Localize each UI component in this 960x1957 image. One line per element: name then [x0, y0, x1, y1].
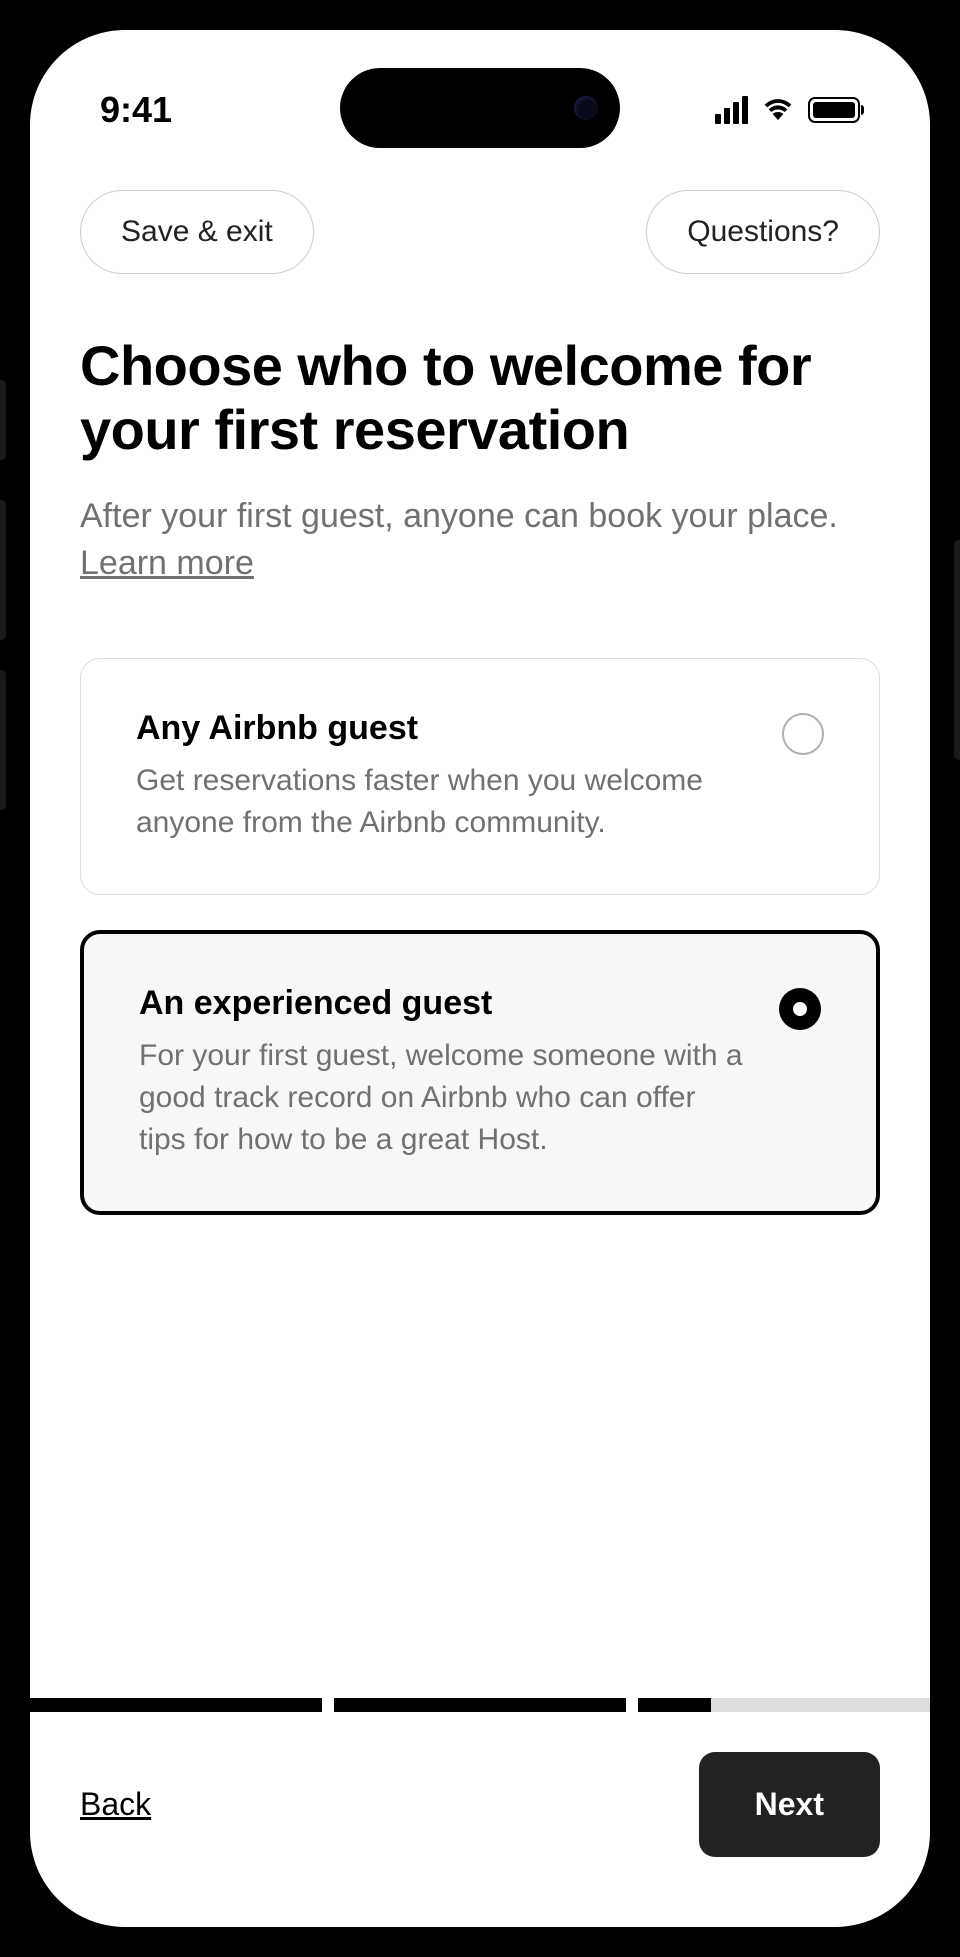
subtitle-text: After your first guest, anyone can book … [80, 497, 838, 535]
side-button [0, 670, 6, 810]
dynamic-island [340, 68, 620, 148]
side-button [0, 380, 6, 460]
subtitle: After your first guest, anyone can book … [80, 493, 880, 588]
top-buttons: Save & exit Questions? [30, 150, 930, 274]
next-button[interactable]: Next [699, 1752, 880, 1857]
side-button [954, 540, 960, 760]
progress-bar [30, 1698, 930, 1712]
learn-more-link[interactable]: Learn more [80, 544, 254, 582]
progress-segment [334, 1698, 626, 1712]
progress-segment [638, 1698, 930, 1712]
option-desc: For your first guest, welcome someone wi… [139, 1035, 749, 1161]
phone-frame: 9:41 Save & exit Questions [0, 0, 960, 1957]
option-any-guest[interactable]: Any Airbnb guest Get reservations faster… [80, 658, 880, 895]
progress-segment [30, 1698, 322, 1712]
screen: 9:41 Save & exit Questions [30, 30, 930, 1927]
battery-icon [808, 97, 860, 123]
radio-unselected-icon[interactable] [782, 713, 824, 755]
option-text: Any Airbnb guest Get reservations faster… [136, 709, 752, 844]
wifi-icon [762, 96, 794, 125]
option-experienced-guest[interactable]: An experienced guest For your first gues… [80, 930, 880, 1215]
footer: Back Next [30, 1712, 930, 1927]
option-text: An experienced guest For your first gues… [139, 984, 749, 1161]
option-title: Any Airbnb guest [136, 709, 752, 748]
page-title: Choose who to welcome for your first res… [80, 334, 880, 463]
questions-button[interactable]: Questions? [646, 190, 880, 274]
back-link[interactable]: Back [80, 1786, 151, 1823]
side-button [0, 500, 6, 640]
options-list: Any Airbnb guest Get reservations faster… [80, 658, 880, 1215]
save-exit-button[interactable]: Save & exit [80, 190, 314, 274]
radio-selected-icon[interactable] [779, 988, 821, 1030]
status-time: 9:41 [100, 89, 172, 131]
option-desc: Get reservations faster when you welcome… [136, 760, 752, 844]
cell-signal-icon [715, 96, 748, 124]
option-title: An experienced guest [139, 984, 749, 1023]
status-icons [715, 96, 860, 125]
content: Choose who to welcome for your first res… [30, 274, 930, 1698]
